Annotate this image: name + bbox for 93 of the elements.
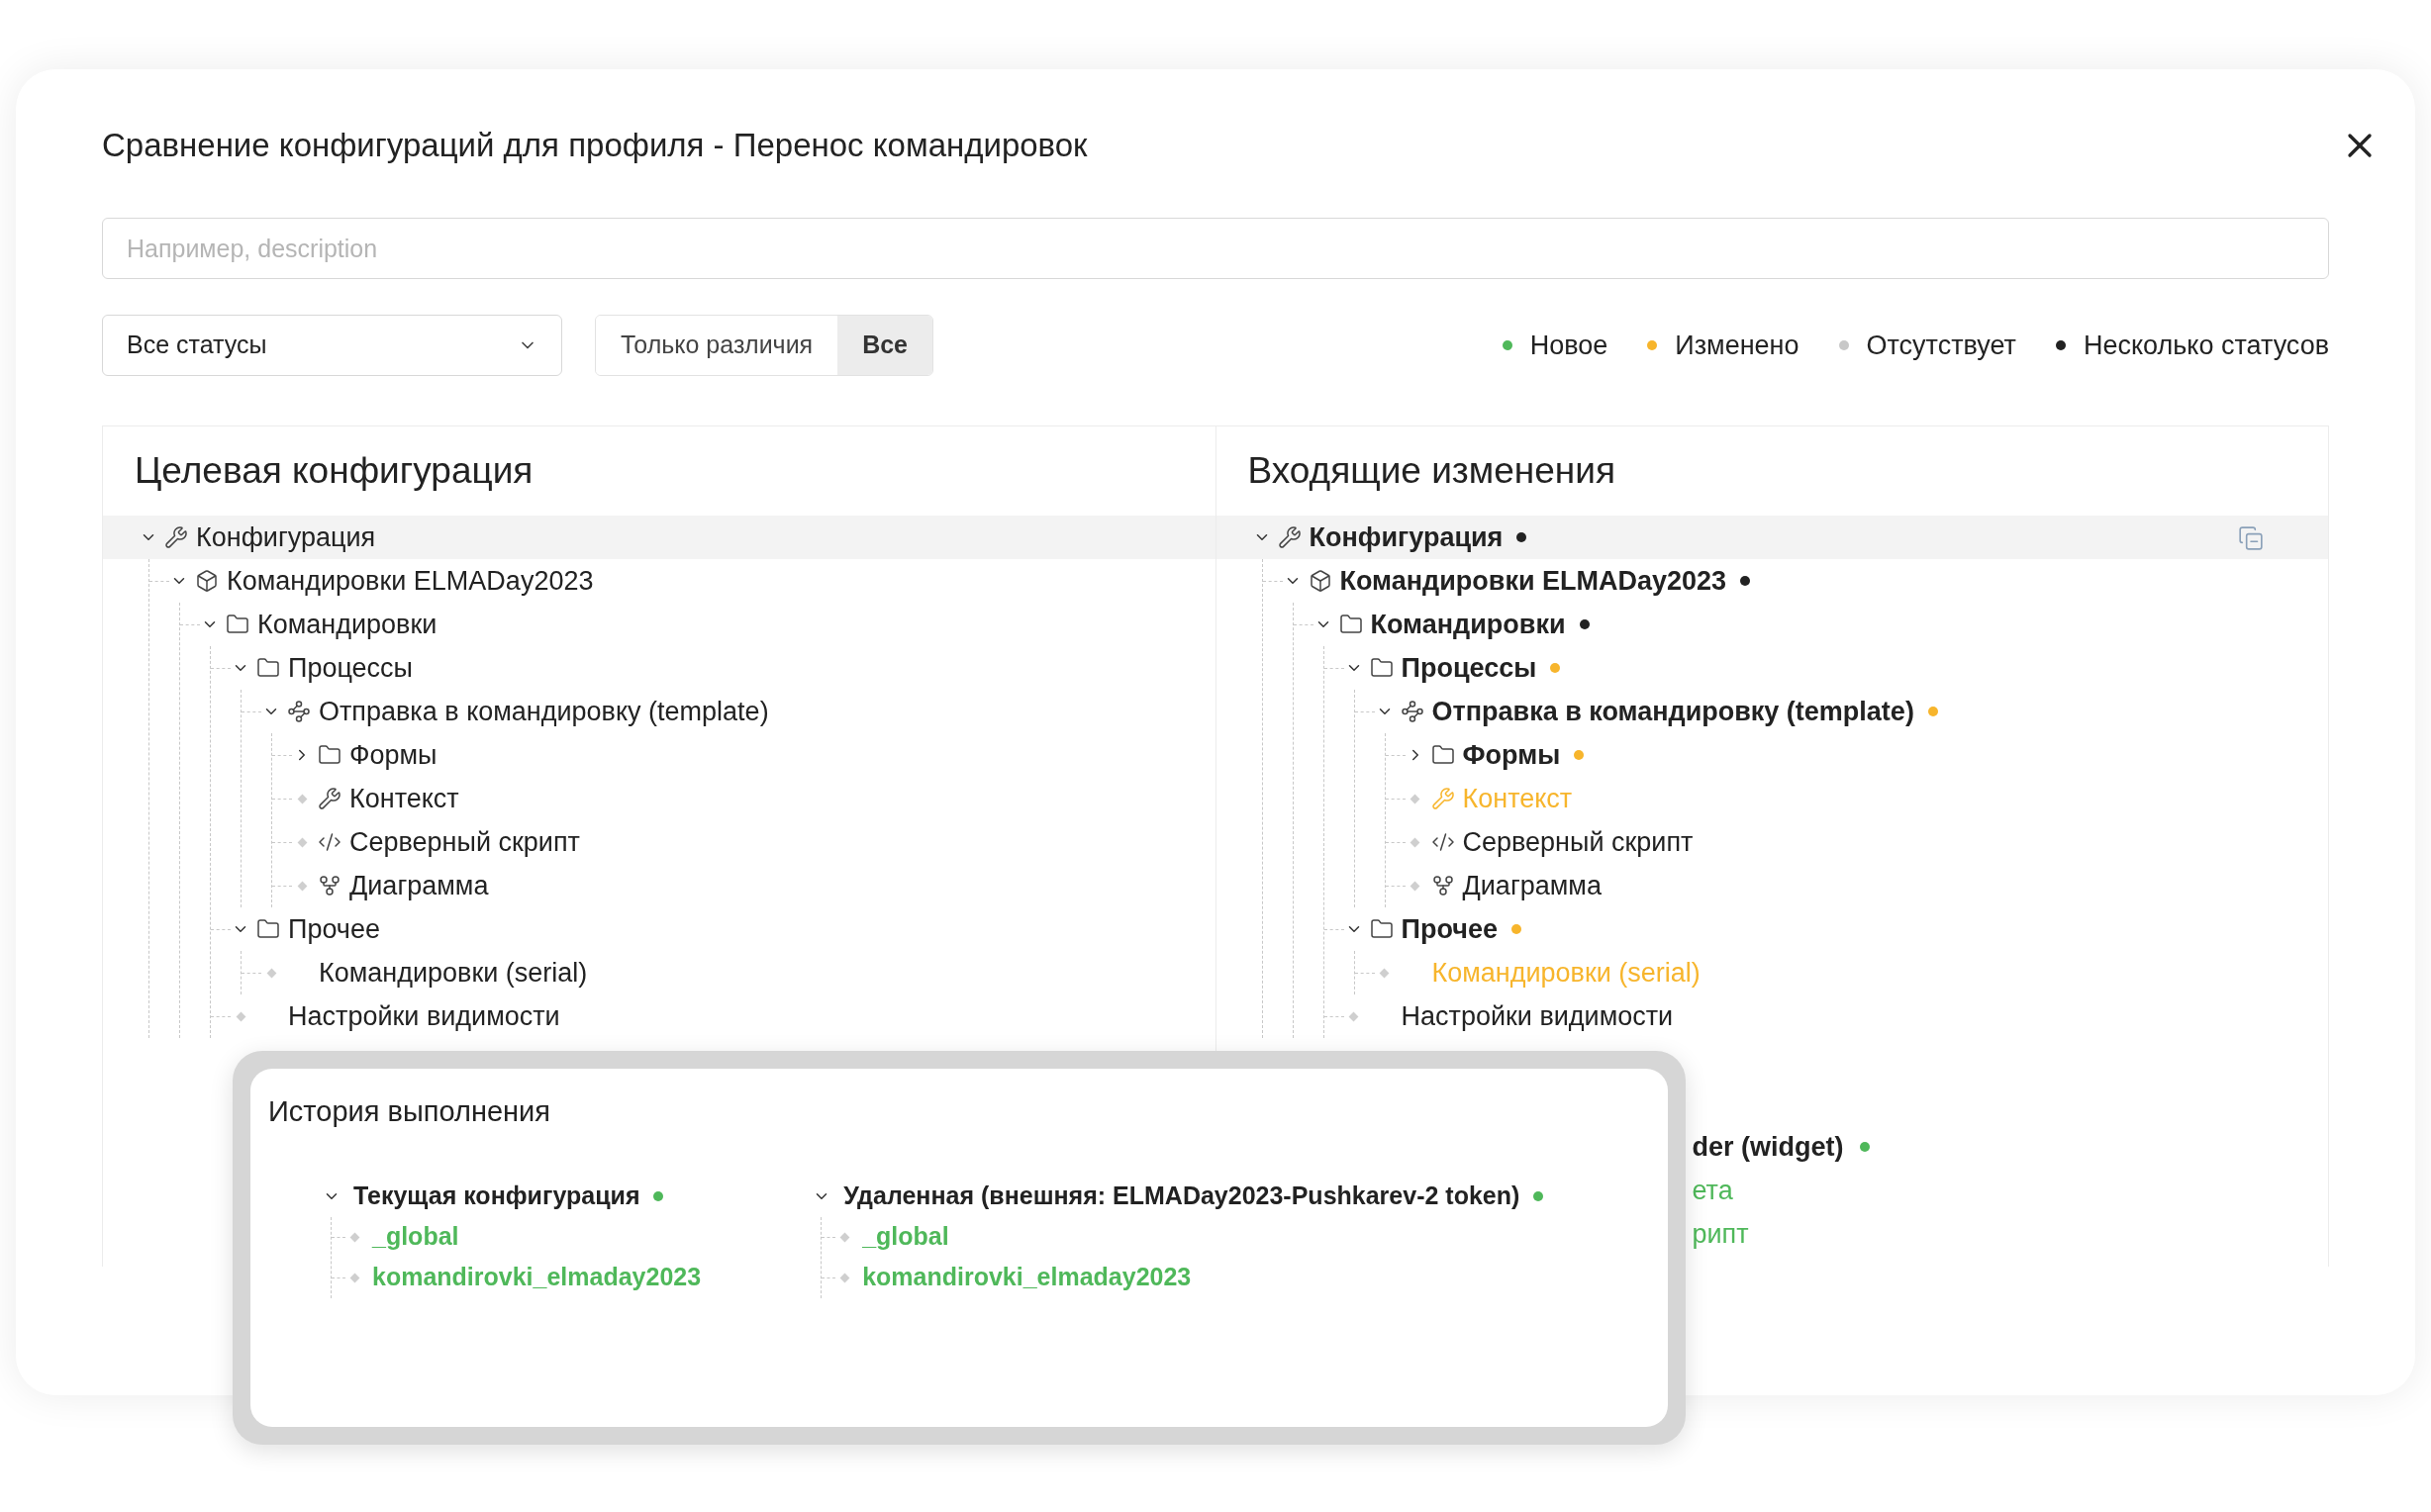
folder-icon <box>318 743 341 767</box>
tree-row[interactable]: Командировки (serial) <box>242 951 1216 994</box>
bullet-icon <box>297 837 307 847</box>
tree-item-label[interactable]: Диаграмма <box>1462 865 1602 906</box>
nodes-icon <box>1400 700 1424 723</box>
tree-item-label[interactable]: Контекст <box>349 778 459 819</box>
folder-icon <box>1369 917 1394 941</box>
panel-title: Входящие изменения <box>1247 449 1615 494</box>
tree-item-label[interactable]: Командировки (serial) <box>319 952 588 993</box>
bullet-icon <box>1379 968 1390 978</box>
code-icon <box>318 830 341 854</box>
tree-item-label[interactable]: Командировки ELMADay2023 <box>227 560 594 602</box>
fork-icon <box>318 874 341 898</box>
tree-row[interactable]: Прочее <box>211 907 1216 951</box>
status-dropdown[interactable]: Все статусы <box>102 315 562 376</box>
tree-row[interactable]: Прочее <box>1323 907 2328 951</box>
legend-label: Изменено <box>1675 329 1799 362</box>
bullet-icon <box>1410 881 1420 891</box>
tree-row[interactable]: Отправка в командировку (template) <box>242 690 1216 733</box>
bullet-icon <box>349 1232 360 1242</box>
tree-item-label[interactable]: Серверный скрипт <box>349 821 580 863</box>
tree-item-label[interactable]: Серверный скрипт <box>1462 821 1694 863</box>
tree-row[interactable]: Диаграмма <box>1385 864 2328 907</box>
tree-row[interactable]: Командировки <box>1293 603 2328 646</box>
bullet-icon <box>236 1011 245 1021</box>
cube-icon <box>1308 569 1332 593</box>
folder-icon <box>1338 613 1363 636</box>
fork-icon <box>1430 874 1455 898</box>
dialog-title: Сравнение конфигураций для профиля - Перенос командировок <box>102 126 1088 166</box>
tree-row[interactable]: Контекст <box>272 777 1216 820</box>
folder-icon <box>1369 656 1394 680</box>
tree-item-label[interactable]: Командировки <box>1370 604 1566 645</box>
tree-item-label[interactable]: Отправка в командировку (template) <box>1431 691 1914 732</box>
bullet-icon <box>266 968 276 978</box>
search-field[interactable]: Например, description <box>102 218 2329 279</box>
popup-title: История выполнения <box>268 1095 550 1127</box>
panel-title: Целевая конфигурация <box>135 449 534 494</box>
folder-icon <box>226 613 249 636</box>
wrench-icon <box>1430 787 1455 810</box>
tree-row[interactable]: Настройки видимости <box>1323 994 2328 1038</box>
tree-row[interactable]: Процессы <box>1323 646 2328 690</box>
collapse-icon <box>2238 525 2264 551</box>
tree-item-label[interactable]: Процессы <box>288 647 414 689</box>
tree-item-label[interactable]: Настройки видимости <box>288 995 560 1037</box>
folder-icon <box>256 656 280 680</box>
tree-item-label[interactable]: Отправка в командировку (template) <box>319 691 769 732</box>
nodes-icon <box>287 700 311 723</box>
view-toggle-tab[interactable]: Все <box>837 316 932 375</box>
bullet-icon <box>839 1232 850 1242</box>
bullet-icon <box>349 1273 360 1282</box>
tree-item-label[interactable]: Конфигурация <box>1309 517 1504 558</box>
tree-row[interactable]: Формы <box>272 733 1216 777</box>
tree-item-label[interactable]: Прочее <box>1401 908 1498 950</box>
tree-item-label[interactable]: Формы <box>349 734 438 776</box>
folder-icon <box>256 917 280 941</box>
tree-row[interactable]: Формы <box>1385 733 2328 777</box>
tree-item-label[interactable]: Процессы <box>1401 647 1537 689</box>
bullet-icon <box>1348 1011 1359 1021</box>
legend-label: Несколько статусов <box>2083 329 2329 362</box>
history-root-label[interactable]: Удаленная (внешняя: ELMADay2023-Pushkarev-2 token) <box>843 1177 1520 1215</box>
tree-row[interactable]: Процессы <box>211 646 1216 690</box>
tree-row[interactable]: Серверный скрипт <box>1385 820 2328 864</box>
history-root-label[interactable]: Текущая конфигурация <box>353 1177 640 1215</box>
tree-item-label[interactable]: Командировки <box>257 604 438 645</box>
legend-label: Новое <box>1529 329 1608 362</box>
bullet-icon <box>297 881 307 891</box>
tree-row[interactable]: Командировки ELMADay2023 <box>1262 559 2328 603</box>
tree-item-label[interactable]: Настройки видимости <box>1401 995 1674 1037</box>
tree-row[interactable]: Отправка в командировку (template) <box>1354 690 2328 733</box>
tree-row[interactable]: Командировки <box>180 603 1216 646</box>
tree-row[interactable]: Серверный скрипт <box>272 820 1216 864</box>
cube-icon <box>195 569 219 593</box>
tree-item-label[interactable]: Конфигурация <box>196 517 376 558</box>
wrench-icon <box>1277 525 1302 549</box>
bullet-icon <box>1410 794 1420 803</box>
bullet-icon <box>839 1273 850 1282</box>
bullet-icon <box>1410 837 1420 847</box>
tree-row[interactable]: Командировки ELMADay2023 <box>149 559 1216 603</box>
tree-row[interactable]: Конфигурация <box>103 516 1216 559</box>
code-icon <box>1430 830 1455 854</box>
wrench-icon <box>318 787 341 810</box>
legend-label: Отсутствует <box>1866 329 2016 362</box>
tree-row[interactable]: Конфигурация <box>1216 516 2328 559</box>
tree-item-label[interactable]: der (widget) <box>1692 1126 1844 1168</box>
folder-icon <box>1430 743 1455 767</box>
bullet-icon <box>297 794 307 803</box>
wrench-icon <box>164 525 188 549</box>
tree-item-label[interactable]: Диаграмма <box>349 865 489 906</box>
tree-row[interactable]: Настройки видимости <box>211 994 1216 1038</box>
tree-item-label[interactable]: Прочее <box>288 908 380 950</box>
tree-item-label[interactable]: Формы <box>1462 734 1561 776</box>
tree-row[interactable]: Диаграмма <box>272 864 1216 907</box>
tree-item-label[interactable]: Командировки ELMADay2023 <box>1339 560 1727 602</box>
